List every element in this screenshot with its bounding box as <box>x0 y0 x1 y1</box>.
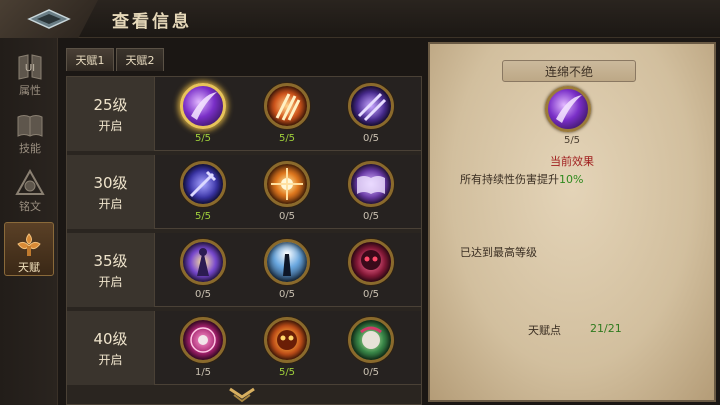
talent-count: 5/5 <box>194 211 212 222</box>
talent-detail-panel: 连绵不绝 5/5 当前效果 所有持续性伤害提升10% 已达到最高等级 天赋点 2… <box>428 42 716 402</box>
talent-row: 25级 开启 5/5 5/5 0/5 <box>67 77 421 151</box>
talent-slot[interactable]: 0/5 <box>343 314 399 384</box>
talent-row: 40级 开启 1/5 5/5 0/5 <box>67 311 421 385</box>
talent-slot[interactable]: 5/5 <box>175 158 231 228</box>
nav-label: 铭文 <box>19 200 41 213</box>
unlock-label: 开启 <box>98 353 123 367</box>
talent-name: 连绵不绝 <box>502 60 636 82</box>
demon-skull-icon <box>348 239 394 285</box>
current-effect-heading: 当前效果 <box>550 155 594 168</box>
chevron-down-icon[interactable] <box>228 387 256 403</box>
back-arrow-icon <box>27 9 71 29</box>
level-label: 40级 <box>93 330 128 348</box>
talent-count: 0/5 <box>278 211 296 222</box>
attributes-icon: UI <box>18 54 42 80</box>
level-label: 35级 <box>93 252 128 270</box>
level-label: 25级 <box>93 96 128 114</box>
shadow-blades-icon <box>348 83 394 129</box>
level-cell: 30级 开启 <box>67 155 155 229</box>
talent-count: 1/5 <box>194 367 212 378</box>
talent-count: 0/5 <box>362 367 380 378</box>
talent-count: 5/5 <box>278 367 296 378</box>
talent-slot[interactable]: 5/5 <box>175 80 231 150</box>
talent-rows: 25级 开启 5/5 5/5 0/5 30级 开启 5/5 0/5 0/5 35… <box>66 76 422 405</box>
talent-slot[interactable]: 5/5 <box>259 80 315 150</box>
nav-item-skills[interactable]: 技能 <box>6 106 54 156</box>
tab-talent-1[interactable]: 天赋1 <box>66 48 114 71</box>
talent-count: 0/5 <box>362 211 380 222</box>
talent-slot[interactable]: 0/5 <box>343 80 399 150</box>
talent-icon <box>17 233 41 256</box>
side-nav: UI 属性 技能 铭文 天赋 <box>0 38 58 405</box>
talent-count: 0/5 <box>194 289 212 300</box>
talent-slot[interactable]: 5/5 <box>259 314 315 384</box>
unlock-label: 开启 <box>98 119 123 133</box>
purple-slash-icon <box>180 83 226 129</box>
max-level-text: 已达到最高等级 <box>460 246 537 259</box>
tower-light-icon <box>264 239 310 285</box>
talent-slot[interactable]: 1/5 <box>175 314 231 384</box>
nav-item-attributes[interactable]: UI 属性 <box>6 48 54 98</box>
skill-book-icon <box>17 115 43 137</box>
svg-text:UI: UI <box>25 63 35 74</box>
back-button[interactable] <box>0 0 98 38</box>
talent-count: 0/5 <box>362 289 380 300</box>
effect-value: 10% <box>559 173 584 186</box>
mage-silhouette-icon <box>180 239 226 285</box>
talent-slot[interactable]: 0/5 <box>343 236 399 306</box>
unlock-label: 开启 <box>98 197 123 211</box>
header-bar: 查看信息 <box>0 0 720 38</box>
talent-points-label: 天赋点 <box>528 324 561 337</box>
nav-item-inscription[interactable]: 铭文 <box>6 164 54 214</box>
talent-count: 5/5 <box>278 133 296 144</box>
inscription-icon <box>15 169 45 195</box>
page-title: 查看信息 <box>112 12 192 32</box>
nav-label: 属性 <box>19 84 41 97</box>
talent-count: 5/5 <box>194 133 212 144</box>
arcane-sword-icon <box>180 161 226 207</box>
purple-slash-icon <box>545 86 591 132</box>
nav-label: 技能 <box>19 142 41 155</box>
level-label: 30级 <box>93 174 128 192</box>
skull-sigil-icon <box>180 317 226 363</box>
talent-slot[interactable]: 0/5 <box>175 236 231 306</box>
talent-count: 0/5 <box>362 133 380 144</box>
talent-slot[interactable]: 0/5 <box>259 236 315 306</box>
talent-level-count: 5/5 <box>563 135 581 146</box>
effect-description: 所有持续性伤害提升10% <box>460 171 583 187</box>
tab-talent-2[interactable]: 天赋2 <box>116 48 164 71</box>
fire-burst-icon <box>264 161 310 207</box>
talent-row: 35级 开启 0/5 0/5 0/5 <box>67 233 421 307</box>
talent-slot[interactable]: 0/5 <box>343 158 399 228</box>
talent-slot[interactable]: 0/5 <box>259 158 315 228</box>
nav-label: 天赋 <box>18 261 40 274</box>
fire-claw-icon <box>264 83 310 129</box>
spellbook-icon <box>348 161 394 207</box>
talent-tree-panel: 天赋1 天赋2 25级 开启 5/5 5/5 0/5 30级 开启 5/5 0/… <box>62 40 424 405</box>
poison-skull-icon <box>348 317 394 363</box>
flaming-skull-icon <box>264 317 310 363</box>
effect-text: 所有持续性伤害提升 <box>460 173 559 186</box>
level-cell: 25级 开启 <box>67 77 155 151</box>
talent-points-value: 21/21 <box>590 322 622 335</box>
talent-row: 30级 开启 5/5 0/5 0/5 <box>67 155 421 229</box>
level-cell: 35级 开启 <box>67 233 155 307</box>
talent-count: 0/5 <box>278 289 296 300</box>
level-cell: 40级 开启 <box>67 311 155 385</box>
nav-item-talent[interactable]: 天赋 <box>4 222 54 276</box>
unlock-label: 开启 <box>98 275 123 289</box>
